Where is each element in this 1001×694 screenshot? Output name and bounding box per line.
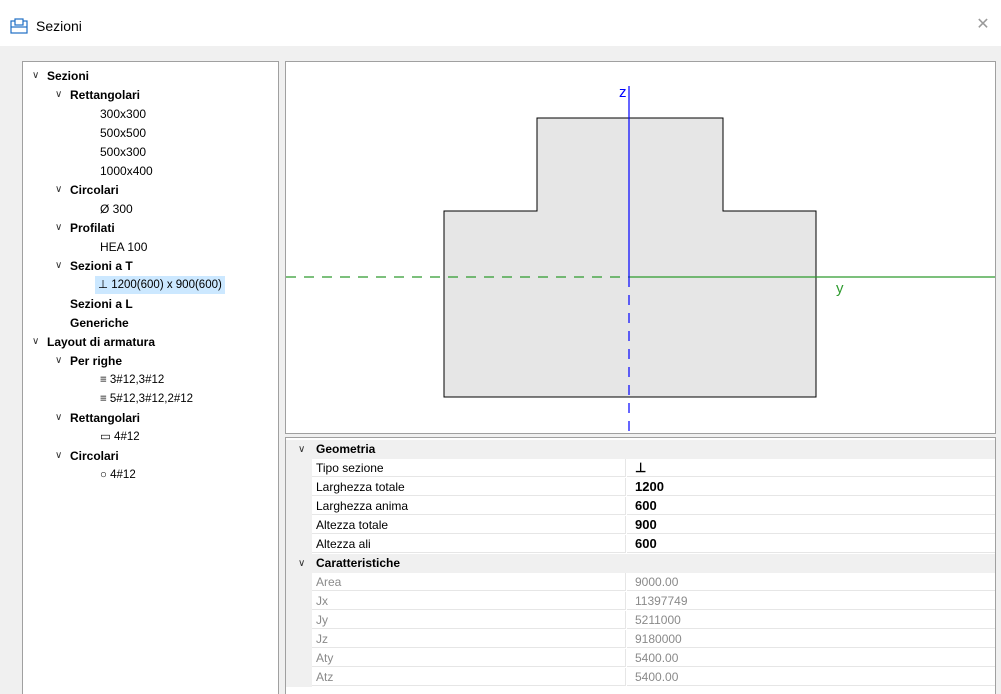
chevron-down-icon[interactable]: ∨ [55,257,65,275]
property-value[interactable]: 900 [627,516,995,534]
tree-node-layout-armatura[interactable]: Layout di armatura [47,333,155,351]
property-name: Altezza totale [312,516,626,534]
property-row[interactable]: Larghezza totale 1200 [286,478,995,497]
tree-item-t-section-selected[interactable]: ⊥ 1200(600) x 900(600) [95,276,225,294]
property-value[interactable]: 1200 [627,478,995,496]
chevron-down-icon[interactable]: ∨ [55,219,65,237]
tree-item-rect-4x12[interactable]: ▭ 4#12 [100,428,140,446]
close-icon[interactable]: ✕ [973,15,993,35]
y-axis-label: y [836,280,844,297]
chevron-down-icon[interactable]: ∨ [298,440,305,459]
property-value[interactable]: ⊥ [627,459,995,477]
property-value: 5211000 [627,611,995,629]
property-name: Tipo sezione [312,459,626,477]
chevron-down-icon[interactable]: ∨ [55,86,65,104]
property-value[interactable]: 600 [627,497,995,515]
chevron-down-icon[interactable]: ∨ [55,409,65,427]
tree-item-500x500[interactable]: 500x500 [100,124,146,142]
tree-node-circolari[interactable]: Circolari [70,181,119,199]
category-caratteristiche[interactable]: ∨ Caratteristiche [286,554,995,573]
category-label: Geometria [316,442,376,456]
chevron-down-icon[interactable]: ∨ [298,554,305,573]
property-name: Larghezza anima [312,497,626,515]
chevron-down-icon[interactable]: ∨ [32,67,42,85]
tree-item-circle-300[interactable]: Ø 300 [100,200,133,218]
section-preview-canvas[interactable]: z y [285,61,996,434]
property-value: 11397749 [627,592,995,610]
property-row[interactable]: Atz 5400.00 [286,668,995,687]
category-geometria[interactable]: ∨ Geometria [286,440,995,459]
property-name: Area [312,573,626,591]
tree-node-sezioni-t[interactable]: Sezioni a T [70,257,133,275]
property-value: 9000.00 [627,573,995,591]
property-row[interactable]: Jx 11397749 [286,592,995,611]
window-icon [10,18,28,34]
chevron-down-icon[interactable]: ∨ [55,181,65,199]
property-value: 9180000 [627,630,995,648]
tree-node-sezioni-l[interactable]: Sezioni a L [70,295,133,313]
z-axis-label: z [619,84,627,101]
chevron-down-icon[interactable]: ∨ [32,333,42,351]
tree-node-profilati[interactable]: Profilati [70,219,115,237]
property-row[interactable]: Larghezza anima 600 [286,497,995,516]
property-value: 5400.00 [627,649,995,667]
tree-item-300x300[interactable]: 300x300 [100,105,146,123]
property-row[interactable]: Altezza totale 900 [286,516,995,535]
chevron-down-icon[interactable]: ∨ [55,352,65,370]
property-row[interactable]: Tipo sezione ⊥ [286,459,995,478]
property-row[interactable]: Jz 9180000 [286,630,995,649]
tree-item-1000x400[interactable]: 1000x400 [100,162,153,180]
tree-item-hea100[interactable]: HEA 100 [100,238,147,256]
section-drawing: z y [286,84,995,432]
property-name: Aty [312,649,626,667]
property-value[interactable]: 600 [627,535,995,553]
window-title: Sezioni [36,18,82,34]
property-name: Larghezza totale [312,478,626,496]
sections-tree[interactable]: ∨ Sezioni ∨ Rettangolari 300x300 500x500… [22,61,279,694]
chevron-down-icon[interactable]: ∨ [55,447,65,465]
tree-node-generiche[interactable]: Generiche [70,314,129,332]
property-name: Atz [312,668,626,686]
property-name: Jx [312,592,626,610]
property-grid[interactable]: ∨ Geometria Tipo sezione ⊥ Larghezza tot… [285,437,996,694]
tree-node-layout-rettangolari[interactable]: Rettangolari [70,409,140,427]
tree-item-rows-1[interactable]: ≡ 3#12,3#12 [100,371,164,389]
property-value: 5400.00 [627,668,995,686]
tree-node-per-righe[interactable]: Per righe [70,352,122,370]
t-section-shape [443,117,817,398]
property-row[interactable]: Aty 5400.00 [286,649,995,668]
tree-node-rettangolari[interactable]: Rettangolari [70,86,140,104]
property-row[interactable]: Area 9000.00 [286,573,995,592]
property-row[interactable]: Jy 5211000 [286,611,995,630]
tree-node-sezioni[interactable]: Sezioni [47,67,89,85]
property-name: Altezza ali [312,535,626,553]
tree-node-layout-circolari[interactable]: Circolari [70,447,119,465]
property-name: Jy [312,611,626,629]
property-name: Jz [312,630,626,648]
category-label: Caratteristiche [316,556,401,570]
tree-item-500x300[interactable]: 500x300 [100,143,146,161]
property-row[interactable]: Altezza ali 600 [286,535,995,554]
tree-item-rows-2[interactable]: ≡ 5#12,3#12,2#12 [100,390,193,408]
tree-item-circ-4x12[interactable]: ○ 4#12 [100,466,136,484]
title-bar: Sezioni ✕ [0,0,1001,46]
